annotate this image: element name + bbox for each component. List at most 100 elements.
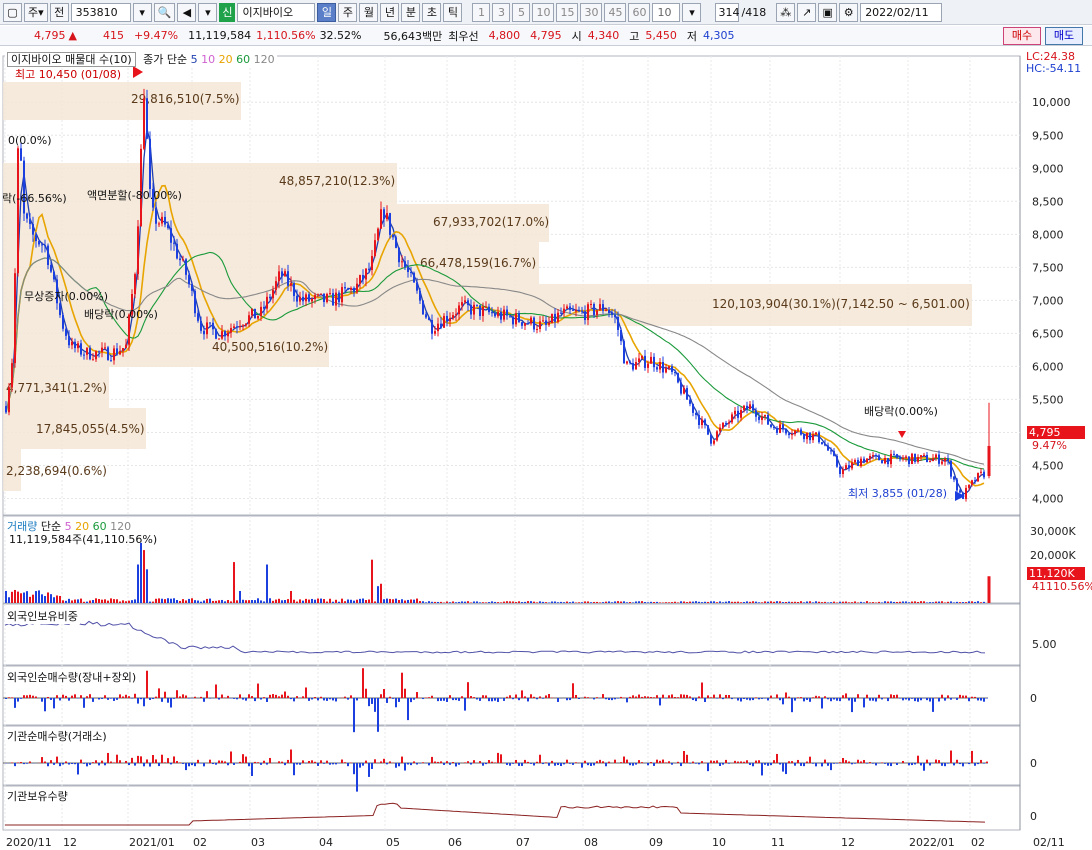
inst-net-bar <box>212 763 214 765</box>
inst-net-bar <box>245 756 247 763</box>
candle-body <box>506 309 508 316</box>
code-dropdown-icon[interactable]: ▾ <box>132 2 152 22</box>
inst-net-bar <box>281 761 283 763</box>
volume-bar <box>185 600 187 603</box>
volume-bar <box>59 595 61 603</box>
foreign-net-bar <box>929 698 931 702</box>
volume-bar <box>887 601 889 603</box>
volume-bar <box>983 601 985 603</box>
interval-1[interactable]: 1 <box>472 2 491 22</box>
candle-body <box>323 293 325 303</box>
foreign-net-bar <box>467 682 469 698</box>
foreign-net-bar <box>239 694 241 698</box>
candle-body <box>116 348 118 355</box>
chart-area[interactable]: 29,816,510(7.5%) 48,857,210(12.3%) 67,933,… <box>0 48 1092 850</box>
inst-net-bar <box>758 760 760 763</box>
foreign-net-bar <box>173 698 175 699</box>
volume-profile-label: 66,478,159(16.7%) <box>420 256 536 270</box>
inst-net-bar <box>554 763 556 766</box>
foreign-net-bar <box>536 698 538 700</box>
inst-net-bar <box>629 763 631 766</box>
inst-net-bar <box>374 759 376 763</box>
ma-legend-10: 10 <box>201 53 216 66</box>
inst-net-bar <box>659 760 661 763</box>
period-second[interactable]: 초 <box>422 2 442 22</box>
foreign-net-bar <box>521 690 523 698</box>
inst-net-bar <box>560 763 562 767</box>
interval-5[interactable]: 5 <box>512 2 531 22</box>
interval-60[interactable]: 60 <box>628 2 651 22</box>
settings-gear-icon[interactable]: ⚙ <box>839 2 859 22</box>
sell-button[interactable]: 매도 <box>1045 27 1083 45</box>
page-input[interactable]: 314 <box>715 2 740 22</box>
inst-net-axis-label: 0 <box>1030 757 1037 770</box>
candle-body <box>488 306 490 313</box>
candle-body <box>503 309 505 320</box>
candle-body <box>257 315 259 319</box>
buy-button[interactable]: 매수 <box>1003 27 1041 45</box>
candle-body <box>443 315 445 328</box>
volume-bar <box>98 599 100 603</box>
stock-chart-svg[interactable]: 29,816,510(7.5%)48,857,210(12.3%)67,933,… <box>0 48 1092 850</box>
inst-net-bar <box>92 762 94 763</box>
stock-code-input[interactable]: 353810 <box>70 2 131 22</box>
volume-bar <box>482 602 484 603</box>
candle-body <box>671 366 673 372</box>
foreign-net-bar <box>770 695 772 698</box>
inst-net-bar <box>170 763 172 765</box>
draw-tool-icon[interactable]: ↗ <box>797 2 817 22</box>
foreign-net-bar <box>926 698 928 701</box>
volume-bar <box>89 600 91 603</box>
speaker-icon[interactable]: ◀︎ <box>177 2 197 22</box>
inst-net-bar <box>74 763 76 765</box>
foreign-net-bar <box>596 697 598 698</box>
volume-bar <box>287 599 289 603</box>
candle-body <box>500 311 502 320</box>
volume-bar <box>695 601 697 603</box>
inst-net-bar <box>248 763 250 767</box>
candle-body <box>32 223 34 235</box>
search-icon[interactable]: 🔍 <box>153 2 176 22</box>
volume-bar <box>32 594 34 603</box>
candle-body <box>734 410 736 415</box>
volume-bar <box>590 602 592 603</box>
period-month[interactable]: 월 <box>359 2 379 22</box>
interval-45[interactable]: 45 <box>604 2 627 22</box>
x-axis-label: 2020/11 <box>6 836 52 849</box>
period-tick[interactable]: 틱 <box>443 2 463 22</box>
inst-net-bar <box>848 761 850 763</box>
count-input[interactable]: 10 <box>652 2 681 22</box>
inst-net-bar <box>719 763 721 767</box>
interval-3[interactable]: 3 <box>492 2 511 22</box>
foreign-net-bar <box>632 695 634 698</box>
ma-legend-120: 120 <box>253 53 275 66</box>
market-select[interactable]: 주 ▾ <box>24 2 48 22</box>
period-year[interactable]: 년 <box>380 2 400 22</box>
candle-body <box>659 361 661 370</box>
date-input[interactable]: 2022/02/11 <box>860 2 943 22</box>
interval-15[interactable]: 15 <box>556 2 579 22</box>
inst-net-bar <box>845 760 847 763</box>
speaker-dropdown-icon[interactable]: ▾ <box>198 2 218 22</box>
compare-icon[interactable]: ⁂ <box>776 2 796 22</box>
period-day[interactable]: 일 <box>317 2 337 22</box>
count-dropdown-icon[interactable]: ▾ <box>682 2 702 22</box>
inst-net-bar <box>692 761 694 763</box>
period-minute[interactable]: 분 <box>401 2 421 22</box>
foreign-net-bar <box>29 694 31 698</box>
candle-body <box>149 138 151 189</box>
candle-body <box>881 460 883 464</box>
open-price: 4,340 <box>587 29 620 42</box>
candle-body <box>791 434 793 436</box>
candle-body <box>80 343 82 355</box>
volume-bar <box>944 602 946 603</box>
interval-30[interactable]: 30 <box>580 2 603 22</box>
period-week[interactable]: 주 <box>338 2 358 22</box>
save-icon[interactable]: ▣ <box>818 2 838 22</box>
volume-bar <box>161 598 163 603</box>
volume-bar <box>722 602 724 603</box>
volume-bar <box>686 602 688 603</box>
interval-10[interactable]: 10 <box>532 2 555 22</box>
window-icon[interactable]: ▢ <box>3 2 22 22</box>
prev-button[interactable]: 전 <box>49 2 69 22</box>
